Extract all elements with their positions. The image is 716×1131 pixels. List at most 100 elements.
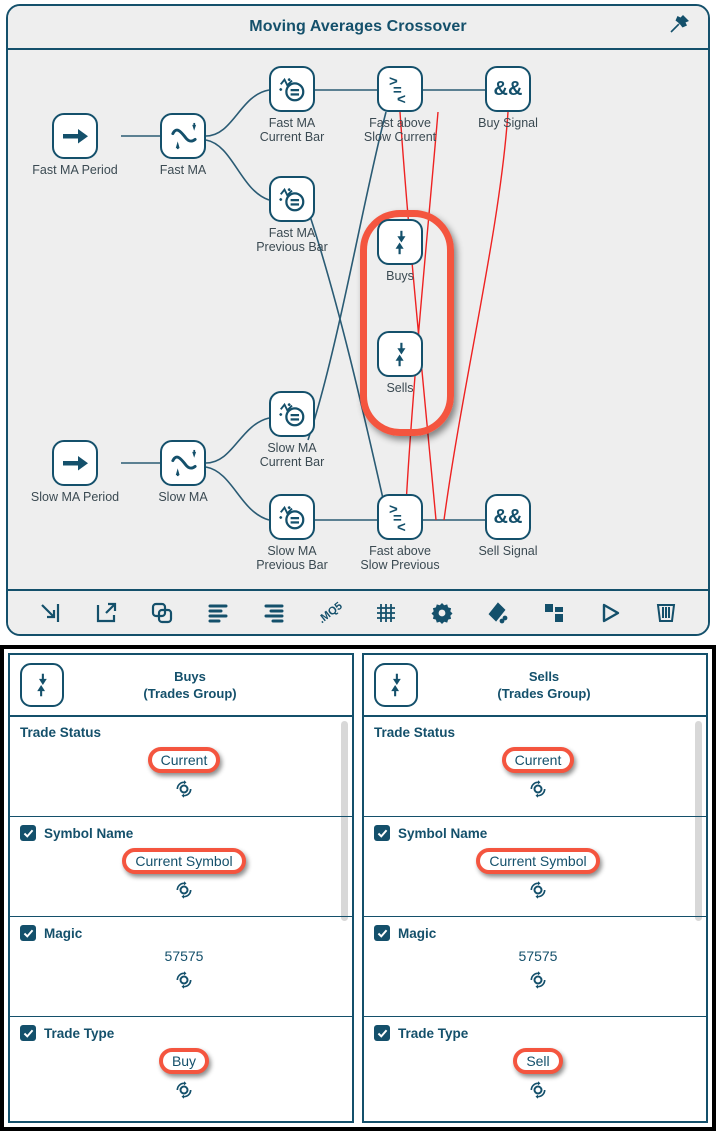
- prop-checkbox[interactable]: [374, 925, 390, 941]
- compare-lt: <: [397, 519, 406, 536]
- refresh-gear-icon[interactable]: [374, 970, 696, 990]
- align-left-icon[interactable]: [204, 599, 232, 627]
- play-icon[interactable]: [596, 599, 624, 627]
- refresh-gear-icon[interactable]: [374, 1080, 696, 1100]
- node-fast-above-slow-current[interactable]: > = < Fast above Slow Current: [364, 66, 436, 144]
- copy-icon[interactable]: [148, 599, 176, 627]
- and-operator-icon: &&: [485, 66, 531, 112]
- node-fast-ma-current-bar[interactable]: Fast MA Current Bar: [260, 66, 324, 144]
- prop-value[interactable]: Current: [374, 747, 696, 773]
- prop-row-symbol-name[interactable]: Symbol Name Current Symbol: [364, 817, 706, 917]
- panel-buys: Buys (Trades Group) Trade Status Current: [8, 653, 354, 1123]
- prop-value[interactable]: Sell: [374, 1048, 696, 1074]
- prop-value-text[interactable]: Sell: [513, 1048, 563, 1074]
- prop-value-text[interactable]: Current Symbol: [122, 848, 246, 874]
- prop-name-text: Trade Status: [374, 725, 456, 740]
- prop-value-text[interactable]: Current: [501, 747, 575, 773]
- prop-row-magic[interactable]: Magic 57575: [364, 917, 706, 1017]
- node-buys[interactable]: Buys: [377, 219, 423, 283]
- node-label: Slow MA: [158, 490, 208, 504]
- prop-name-text: Trade Type: [44, 1025, 115, 1041]
- panel-title: Buys (Trades Group): [78, 668, 342, 702]
- bar-value-icon: [269, 391, 315, 437]
- layout-icon[interactable]: [540, 599, 568, 627]
- node-sell-signal[interactable]: && Sell Signal: [478, 494, 538, 558]
- graph-canvas[interactable]: Fast MA Period Fast MA Fast MA Current B…: [8, 50, 708, 593]
- prop-name-text: Symbol Name: [44, 825, 134, 841]
- prop-value-text[interactable]: Current Symbol: [476, 848, 600, 874]
- prop-value[interactable]: 57575: [20, 948, 342, 964]
- refresh-gear-icon[interactable]: [20, 970, 342, 990]
- refresh-gear-icon[interactable]: [374, 880, 696, 900]
- prop-value-text[interactable]: 57575: [519, 948, 558, 964]
- node-fast-above-slow-previous[interactable]: > = < Fast above Slow Previous: [360, 494, 440, 572]
- refresh-gear-icon[interactable]: [20, 880, 342, 900]
- prop-value[interactable]: Current: [20, 747, 342, 773]
- prop-name-text: Trade Status: [20, 725, 102, 740]
- node-label: Fast MA Current Bar: [259, 116, 325, 144]
- prop-label: Trade Type: [20, 1025, 342, 1041]
- node-fast-ma[interactable]: Fast MA: [160, 113, 206, 177]
- node-label: Fast MA Previous Bar: [256, 226, 328, 254]
- node-label: Buy Signal: [478, 116, 538, 130]
- node-label: Slow MA Current Bar: [259, 441, 325, 469]
- prop-row-trade-type[interactable]: Trade Type Sell: [364, 1017, 706, 1117]
- trades-group-icon: [377, 219, 423, 265]
- trades-group-icon: [377, 331, 423, 377]
- property-panels: Buys (Trades Group) Trade Status Current: [0, 645, 716, 1131]
- prop-checkbox[interactable]: [374, 1025, 390, 1041]
- refresh-gear-icon[interactable]: [20, 779, 342, 799]
- prop-value[interactable]: Current Symbol: [374, 848, 696, 874]
- prop-value[interactable]: Buy: [20, 1048, 342, 1074]
- prop-row-trade-type[interactable]: Trade Type Buy: [10, 1017, 352, 1117]
- node-slow-ma[interactable]: Slow MA: [158, 440, 208, 504]
- node-fast-ma-period[interactable]: Fast MA Period: [32, 113, 118, 177]
- prop-checkbox[interactable]: [20, 825, 36, 841]
- export-icon[interactable]: [92, 599, 120, 627]
- node-sells[interactable]: Sells: [377, 331, 423, 395]
- panel-header: Sells (Trades Group): [364, 655, 706, 717]
- prop-row-symbol-name[interactable]: Symbol Name Current Symbol: [10, 817, 352, 917]
- prop-checkbox[interactable]: [20, 1025, 36, 1041]
- prop-value-text[interactable]: Current: [147, 747, 221, 773]
- refresh-gear-icon[interactable]: [20, 1080, 342, 1100]
- node-label: Fast MA: [159, 163, 207, 177]
- prop-row-trade-status[interactable]: Trade Status Current: [364, 717, 706, 817]
- prop-name-text: Magic: [398, 925, 437, 941]
- moving-average-icon: [160, 113, 206, 159]
- node-slow-ma-current-bar[interactable]: Slow MA Current Bar: [260, 391, 324, 469]
- mq5-icon[interactable]: .MQ5: [316, 599, 345, 627]
- prop-checkbox[interactable]: [20, 925, 36, 941]
- node-slow-ma-previous-bar[interactable]: Slow MA Previous Bar: [256, 494, 328, 572]
- prop-row-trade-status[interactable]: Trade Status Current: [10, 717, 352, 817]
- node-label: Fast above Slow Current: [363, 116, 437, 144]
- prop-value[interactable]: Current Symbol: [20, 848, 342, 874]
- trash-icon[interactable]: [652, 599, 680, 627]
- gear-icon[interactable]: [428, 599, 456, 627]
- prop-label: Symbol Name: [374, 825, 696, 841]
- prop-value-text[interactable]: Buy: [158, 1048, 210, 1074]
- node-slow-ma-period[interactable]: Slow MA Period: [31, 440, 119, 504]
- eraser-icon[interactable]: [484, 599, 512, 627]
- node-fast-ma-previous-bar[interactable]: Fast MA Previous Bar: [256, 176, 328, 254]
- prop-label: Magic: [20, 925, 342, 941]
- node-label: Fast above Slow Previous: [360, 544, 440, 572]
- compare-icon: > = <: [377, 494, 423, 540]
- bar-value-icon: [269, 66, 315, 112]
- prop-value[interactable]: 57575: [374, 948, 696, 964]
- panel-title: Sells (Trades Group): [432, 668, 696, 702]
- align-right-icon[interactable]: [260, 599, 288, 627]
- prop-value-text[interactable]: 57575: [165, 948, 204, 964]
- panel-sells: Sells (Trades Group) Trade Status Curren…: [362, 653, 708, 1123]
- panel-title-line1: Sells: [528, 669, 560, 684]
- node-buy-signal[interactable]: && Buy Signal: [478, 66, 538, 130]
- grid-icon[interactable]: [372, 599, 400, 627]
- prop-checkbox[interactable]: [374, 825, 390, 841]
- node-label: Slow MA Previous Bar: [256, 544, 328, 572]
- pin-icon[interactable]: [666, 12, 692, 38]
- prop-row-magic[interactable]: Magic 57575: [10, 917, 352, 1017]
- trades-group-icon: [20, 663, 64, 707]
- import-icon[interactable]: [36, 599, 64, 627]
- trades-group-icon: [374, 663, 418, 707]
- refresh-gear-icon[interactable]: [374, 779, 696, 799]
